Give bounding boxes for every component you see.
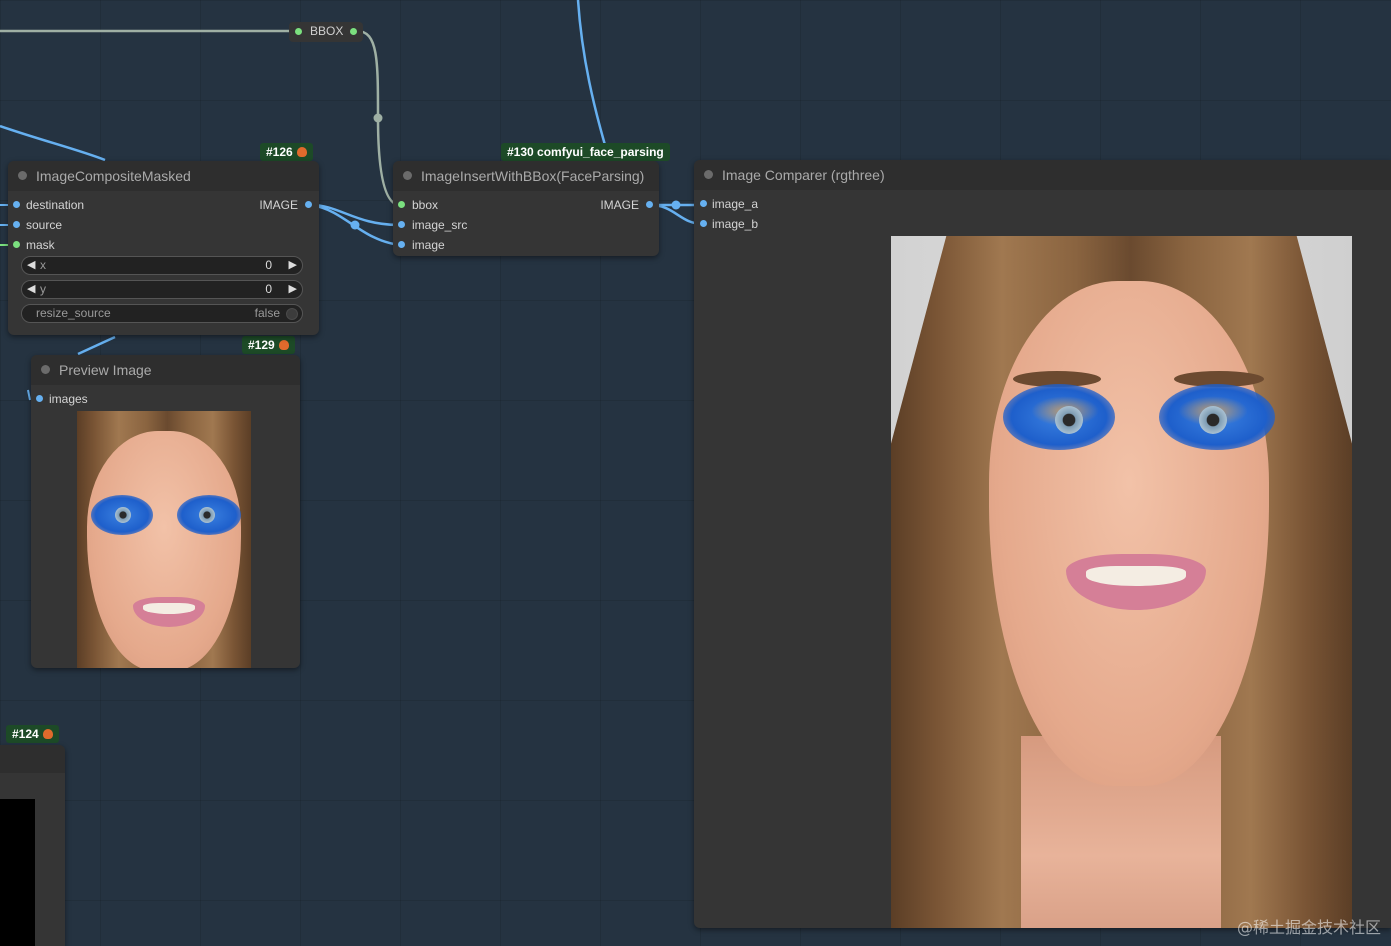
slot-label: IMAGE: [600, 198, 639, 212]
badge-label: #129: [248, 338, 275, 352]
wire-preview-in: [27, 389, 31, 401]
node-title: ImageInsertWithBBox(FaceParsing): [421, 168, 645, 184]
node-title-bar[interactable]: Preview Image: [31, 355, 300, 385]
wire-output-junction: [671, 200, 681, 210]
slot-label: image_a: [712, 197, 759, 211]
node-title: Preview Image: [59, 362, 152, 378]
collapse-dot-icon[interactable]: [41, 365, 50, 374]
slot-label: IMAGE: [259, 198, 298, 212]
input-dot-icon[interactable]: [13, 221, 20, 228]
badge-label: #126: [266, 145, 293, 159]
slot-label: bbox: [412, 198, 439, 212]
decrement-arrow-icon[interactable]: ◀: [27, 257, 35, 274]
node-preview-image[interactable]: Preview Image images: [31, 355, 300, 668]
input-dot-icon[interactable]: [13, 241, 20, 248]
output-slot-image[interactable]: IMAGE: [593, 197, 655, 213]
node-id-badge-126: #126: [260, 143, 313, 161]
widget-value: 0: [265, 258, 272, 272]
node-image-composite-masked[interactable]: ImageCompositeMasked destination source …: [8, 161, 319, 335]
input-dot-icon[interactable]: [398, 221, 405, 228]
photo-iris-left: [1055, 406, 1083, 434]
toggle-switch[interactable]: [286, 308, 298, 320]
output-dot-icon[interactable]: [305, 201, 312, 208]
fox-icon: [278, 340, 289, 350]
slot-label: image_b: [712, 217, 759, 231]
widget-name: y: [40, 282, 46, 296]
node-id-badge-124: #124: [6, 725, 59, 743]
slot-label: destination: [26, 198, 85, 212]
slot-label: source: [26, 218, 63, 232]
node-id-badge-129: #129: [242, 336, 295, 354]
input-dot-icon[interactable]: [13, 201, 20, 208]
collapse-dot-icon[interactable]: [403, 171, 412, 180]
node-title-bar[interactable]: [0, 745, 65, 773]
preview-image[interactable]: [77, 411, 251, 668]
badge-label: #130 comfyui_face_parsing: [507, 145, 664, 159]
reroute-out-dot[interactable]: [350, 28, 357, 35]
reroute-label: BBOX: [310, 24, 344, 38]
photo-teeth: [1086, 566, 1186, 586]
fox-icon: [42, 729, 53, 739]
comparison-image[interactable]: [891, 236, 1352, 928]
increment-arrow-icon[interactable]: ▶: [289, 281, 297, 298]
wire-junction: [350, 220, 360, 230]
widget-y[interactable]: ◀ y 0 ▶: [21, 280, 303, 299]
slot-label: images: [49, 392, 88, 406]
photo-teeth: [143, 603, 195, 614]
input-dot-icon[interactable]: [398, 201, 405, 208]
output-slot-image[interactable]: IMAGE: [259, 197, 316, 213]
slot-label: mask: [26, 238, 55, 252]
reroute-bbox[interactable]: BBOX: [289, 22, 363, 42]
wire-top-blue: [576, 0, 607, 146]
wire-left-blue: [0, 124, 106, 162]
node-title-bar[interactable]: ImageInsertWithBBox(FaceParsing): [393, 161, 659, 191]
node-title: ImageCompositeMasked: [36, 168, 191, 184]
node-id-badge-130: #130 comfyui_face_parsing: [501, 143, 670, 161]
input-dot-icon[interactable]: [36, 395, 43, 402]
wire-bbox-midpoint: [373, 113, 383, 123]
input-dot-icon[interactable]: [700, 200, 707, 207]
widget-resize-source[interactable]: resize_source false: [21, 304, 303, 323]
input-dot-icon[interactable]: [700, 220, 707, 227]
watermark: @稀土掘金技术社区: [1236, 918, 1381, 937]
widget-value: 0: [265, 282, 272, 296]
photo-face: [989, 281, 1269, 786]
photo-face: [87, 431, 241, 668]
photo-iris-right: [199, 507, 215, 523]
input-dot-icon[interactable]: [398, 241, 405, 248]
fox-icon: [296, 147, 307, 157]
wire-preview-blue: [77, 335, 116, 356]
collapse-dot-icon[interactable]: [18, 171, 27, 180]
slot-label: image: [412, 238, 445, 252]
widget-name: resize_source: [36, 306, 111, 320]
slot-label: image_src: [412, 218, 468, 232]
node-title: Image Comparer (rgthree): [722, 167, 885, 183]
node-image-insert-with-bbox[interactable]: ImageInsertWithBBox(FaceParsing) bbox im…: [393, 161, 659, 256]
widget-value: false: [254, 306, 280, 320]
photo-iris-right: [1199, 406, 1227, 434]
widget-name: x: [40, 258, 46, 272]
photo-iris-left: [115, 507, 131, 523]
node-124-preview-image[interactable]: [0, 799, 35, 946]
node-title-bar[interactable]: ImageCompositeMasked: [8, 161, 319, 191]
output-dot-icon[interactable]: [646, 201, 653, 208]
decrement-arrow-icon[interactable]: ◀: [27, 281, 35, 298]
badge-label: #124: [12, 727, 39, 741]
collapse-dot-icon[interactable]: [704, 170, 713, 179]
increment-arrow-icon[interactable]: ▶: [289, 257, 297, 274]
widget-x[interactable]: ◀ x 0 ▶: [21, 256, 303, 275]
reroute-in-dot[interactable]: [295, 28, 302, 35]
node-title-bar[interactable]: Image Comparer (rgthree): [694, 160, 1391, 190]
node-124[interactable]: [0, 745, 65, 946]
node-image-comparer[interactable]: Image Comparer (rgthree) image_a image_b: [694, 160, 1391, 928]
